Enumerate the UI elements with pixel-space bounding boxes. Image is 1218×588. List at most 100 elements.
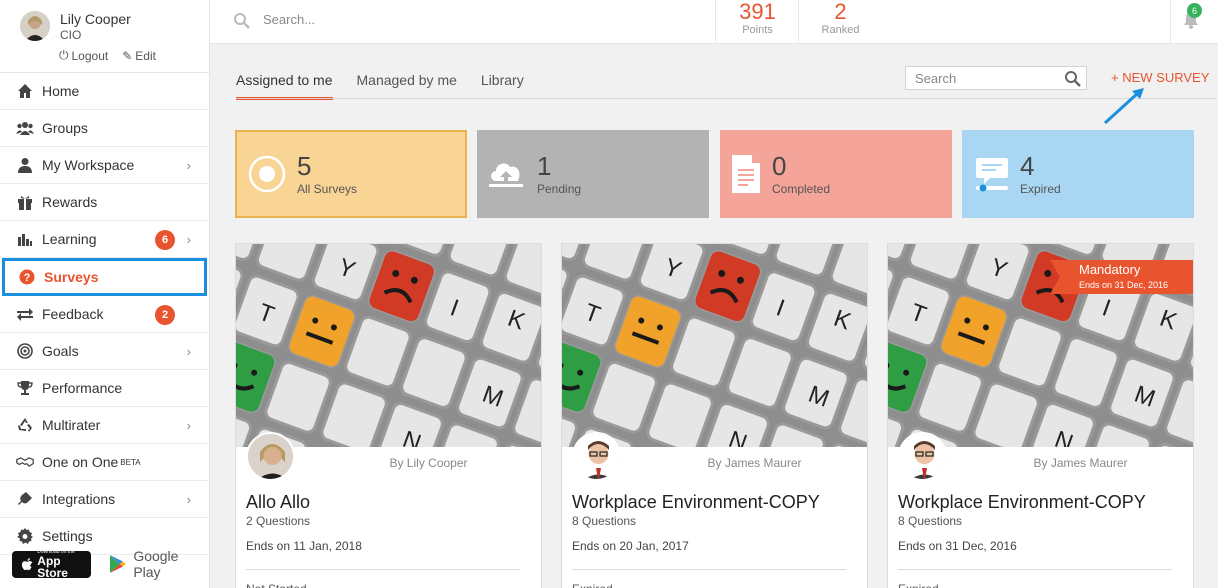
mandatory-label: Mandatory bbox=[1079, 262, 1141, 277]
sidebar-item-integrations[interactable]: Integrations › bbox=[0, 481, 209, 518]
sidebar-item-one-on-one[interactable]: One on One BETA bbox=[0, 444, 209, 481]
points-label: Points bbox=[742, 24, 773, 36]
chevron-right-icon: › bbox=[186, 418, 191, 433]
edit-label: Edit bbox=[135, 48, 156, 63]
sidebar-item-label: Learning bbox=[42, 231, 97, 247]
survey-search-input[interactable] bbox=[906, 67, 1056, 89]
learning-icon bbox=[16, 230, 34, 248]
new-survey-button[interactable]: + NEW SURVEY bbox=[1111, 70, 1209, 85]
gear-icon bbox=[16, 527, 34, 545]
survey-search-box bbox=[905, 66, 1087, 90]
plug-icon bbox=[16, 490, 34, 508]
top-bar: 391 Points 2 Ranked 6 bbox=[210, 0, 1218, 44]
ranked-stat[interactable]: 2 Ranked bbox=[798, 0, 882, 44]
tile-completed[interactable]: 0 Completed bbox=[720, 130, 952, 218]
sidebar-item-label: My Workspace bbox=[42, 157, 135, 173]
sidebar-item-home[interactable]: Home bbox=[0, 73, 209, 110]
user-avatar[interactable] bbox=[20, 11, 50, 41]
logout-link[interactable]: ⏻ Logout bbox=[59, 48, 108, 63]
sidebar: Lily Cooper CIO ⏻ Logout ✎ Edit Home Groups… bbox=[0, 0, 210, 588]
topbar-divider bbox=[1170, 0, 1171, 44]
points-value: 391 bbox=[739, 0, 776, 24]
google-play-icon bbox=[110, 555, 127, 573]
tab-assigned-to-me[interactable]: Assigned to me bbox=[236, 72, 333, 100]
chevron-right-icon: › bbox=[186, 492, 191, 507]
chevron-right-icon: › bbox=[186, 158, 191, 173]
sidebar-item-surveys[interactable]: ? Surveys bbox=[2, 258, 207, 296]
google-play-badge[interactable]: Google Play bbox=[109, 548, 209, 580]
chevron-right-icon: › bbox=[186, 232, 191, 247]
sidebar-item-label: Rewards bbox=[42, 194, 98, 210]
global-search-input[interactable] bbox=[263, 12, 563, 27]
app-store-links: Download on the App Store Google Play bbox=[12, 548, 209, 580]
sidebar-item-feedback[interactable]: Feedback 2 bbox=[0, 296, 209, 333]
logout-label: Logout bbox=[71, 48, 109, 63]
survey-status: Expired bbox=[572, 582, 613, 588]
radio-circle-icon bbox=[248, 155, 286, 193]
tile-value: 0 bbox=[772, 151, 787, 181]
survey-title[interactable]: Workplace Environment-COPY bbox=[898, 492, 1146, 513]
sidebar-item-label: Goals bbox=[42, 343, 79, 359]
handshake-icon bbox=[16, 453, 34, 471]
mandatory-ribbon: Mandatory Ends on 31 Dec, 2016 bbox=[1050, 260, 1193, 294]
home-icon bbox=[16, 82, 34, 100]
google-play-text: Google Play bbox=[133, 548, 179, 580]
tile-label: Expired bbox=[1020, 182, 1061, 196]
card-divider bbox=[572, 569, 846, 570]
tile-value: 5 bbox=[297, 151, 312, 181]
tile-label: Completed bbox=[772, 182, 831, 196]
sidebar-item-label: One on One bbox=[42, 454, 119, 470]
tile-expired[interactable]: 4 Expired bbox=[962, 130, 1194, 218]
chevron-right-icon: › bbox=[186, 344, 191, 359]
card-divider bbox=[246, 569, 520, 570]
target-icon bbox=[16, 342, 34, 360]
points-stat[interactable]: 391 Points bbox=[715, 0, 799, 44]
sidebar-item-my-workspace[interactable]: My Workspace › bbox=[0, 147, 209, 184]
sidebar-item-label: Surveys bbox=[44, 269, 99, 285]
sidebar-item-label: Settings bbox=[42, 528, 93, 544]
survey-title[interactable]: Allo Allo bbox=[246, 492, 310, 513]
search-icon bbox=[234, 13, 250, 29]
tile-pending[interactable]: 1 Pending bbox=[477, 130, 709, 218]
survey-end-date: Ends on 20 Jan, 2017 bbox=[572, 539, 689, 553]
sidebar-item-label: Home bbox=[42, 83, 80, 99]
tile-all-surveys[interactable]: 5 All Surveys bbox=[235, 130, 467, 218]
gift-icon bbox=[16, 193, 34, 211]
mandatory-end-date: Ends on 31 Dec, 2016 bbox=[1079, 280, 1169, 290]
survey-card[interactable]: YUYTIKMNBy James MaurerWorkplace Environ… bbox=[887, 243, 1194, 588]
survey-title[interactable]: Workplace Environment-COPY bbox=[572, 492, 820, 513]
edit-link[interactable]: ✎ Edit bbox=[122, 48, 156, 63]
survey-cover-image: YUYTIKMN bbox=[236, 244, 541, 447]
survey-cover-image: YUYTIKMN bbox=[562, 244, 867, 447]
sidebar-item-label: Multirater bbox=[42, 417, 101, 433]
power-icon: ⏻ bbox=[59, 48, 69, 62]
tab-managed-by-me[interactable]: Managed by me bbox=[357, 72, 457, 100]
profile-name: Lily Cooper bbox=[60, 11, 131, 27]
sidebar-item-rewards[interactable]: Rewards bbox=[0, 184, 209, 221]
tile-label: All Surveys bbox=[297, 182, 358, 196]
search-icon[interactable] bbox=[1064, 70, 1082, 88]
pencil-icon: ✎ bbox=[122, 48, 133, 63]
apple-logo-icon bbox=[21, 557, 33, 570]
sidebar-nav: Home Groups My Workspace › Rewards Learning 6 ›… bbox=[0, 73, 209, 555]
ranked-value: 2 bbox=[834, 0, 847, 24]
notification-badge: 6 bbox=[1187, 3, 1202, 18]
survey-status: Expired bbox=[898, 582, 939, 588]
svg-text:?: ? bbox=[24, 272, 31, 284]
sidebar-item-label: Feedback bbox=[42, 306, 104, 322]
expired-slider-icon bbox=[976, 158, 1008, 192]
document-icon bbox=[732, 155, 760, 193]
survey-card[interactable]: YUYTIKMNBy James MaurerWorkplace Environ… bbox=[561, 243, 868, 588]
tab-library[interactable]: Library bbox=[481, 72, 524, 100]
sidebar-item-goals[interactable]: Goals › bbox=[0, 333, 209, 370]
sidebar-item-multirater[interactable]: Multirater › bbox=[0, 407, 209, 444]
app-store-badge[interactable]: Download on the App Store bbox=[12, 549, 92, 579]
recycle-icon bbox=[16, 416, 34, 434]
exchange-icon bbox=[16, 305, 34, 323]
survey-card[interactable]: YUYTIKMN By Lily Cooper Allo Allo2 Questio… bbox=[235, 243, 542, 588]
sidebar-item-performance[interactable]: Performance bbox=[0, 370, 209, 407]
sidebar-item-groups[interactable]: Groups bbox=[0, 110, 209, 147]
pointer-arrow-icon bbox=[1103, 88, 1144, 125]
sidebar-item-learning[interactable]: Learning 6 › bbox=[0, 221, 209, 258]
survey-tabs: Assigned to me Managed by me Library bbox=[236, 72, 524, 100]
